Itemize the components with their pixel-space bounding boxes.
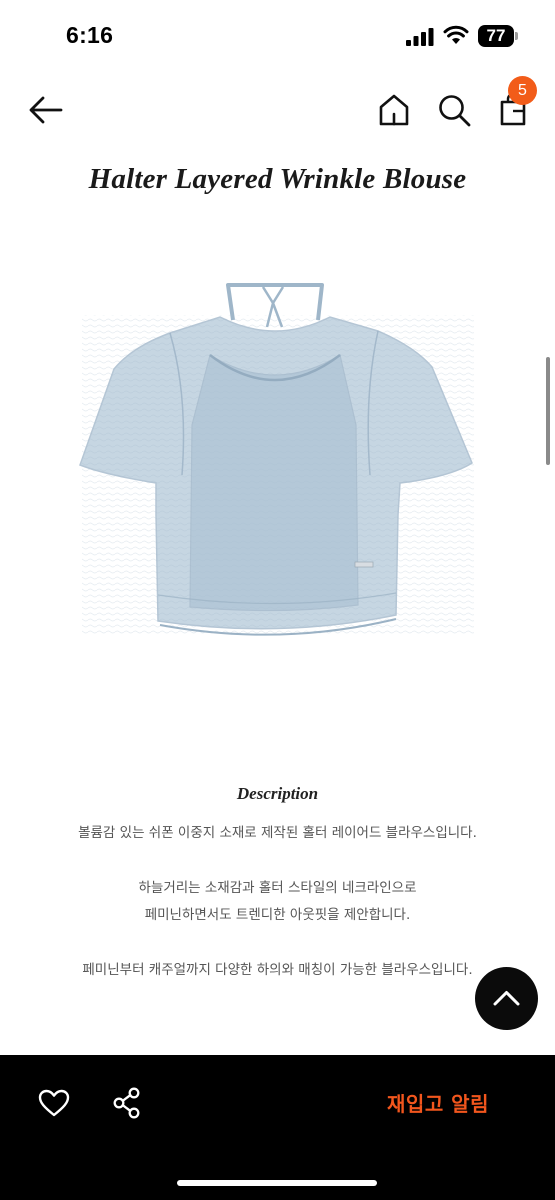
product-title: Halter Layered Wrinkle Blouse	[88, 163, 467, 195]
search-icon[interactable]	[436, 92, 472, 128]
battery-cap	[515, 32, 518, 40]
description-line-1: 볼륨감 있는 쉬폰 이중지 소재로 제작된 홀터 레이어드 블라우스입니다.	[78, 825, 477, 841]
description-heading: Description	[236, 784, 319, 803]
home-indicator	[177, 1180, 377, 1186]
share-icon[interactable]	[112, 1087, 142, 1119]
heart-icon[interactable]	[38, 1088, 70, 1118]
cart-count-badge: 5	[508, 76, 537, 105]
battery-indicator: 77	[478, 25, 518, 47]
description-line-3: 페미닌하면서도 트렌디한 아웃핏을 제안합니다.	[144, 907, 411, 923]
scroll-to-top-button[interactable]	[475, 967, 538, 1030]
home-icon[interactable]	[376, 92, 412, 128]
bottom-action-bar	[0, 1055, 555, 1200]
description-line-2: 하늘거리는 소재감과 홀터 스타일의 네크라인으로	[138, 880, 417, 896]
description-line-4: 페미닌부터 캐주얼까지 다양한 하의와 매칭이 가능한 블라우스입니다.	[82, 962, 473, 978]
scrollbar[interactable]	[546, 357, 550, 465]
product-image[interactable]	[70, 275, 490, 665]
back-arrow-icon[interactable]	[26, 92, 66, 128]
chevron-up-icon	[493, 991, 520, 1006]
status-time: 6:16	[66, 22, 114, 48]
restock-notification-button[interactable]: 재입고 알림	[368, 1084, 508, 1124]
wifi-icon	[443, 25, 469, 44]
battery-level: 77	[486, 26, 506, 45]
status-bar: 6:16 77	[0, 0, 555, 70]
cellular-signal-icon	[406, 28, 434, 46]
